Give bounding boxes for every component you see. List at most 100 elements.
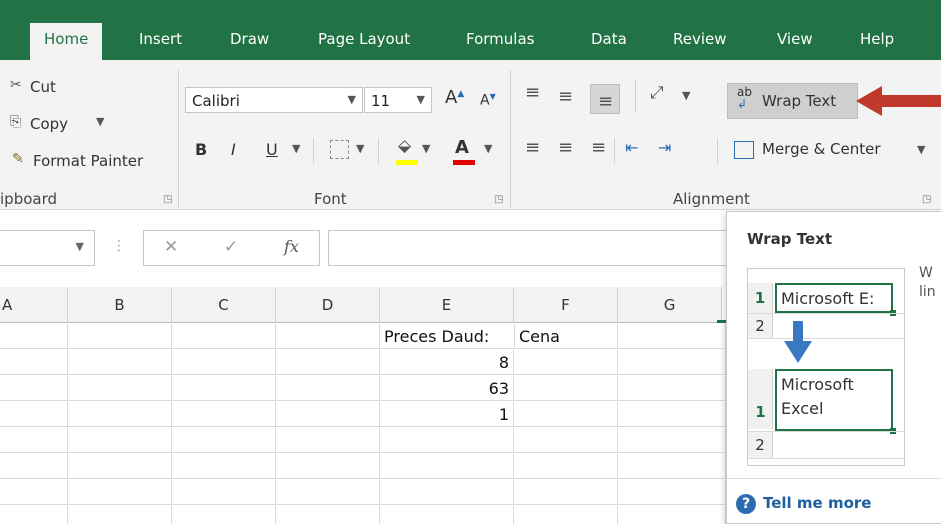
cell-e1[interactable]: Preces Daud: [380, 324, 514, 349]
cell[interactable] [618, 506, 726, 524]
cell[interactable] [618, 480, 726, 505]
insert-function-button[interactable]: fx [284, 237, 299, 256]
increase-indent-icon[interactable]: ⇥ [658, 138, 671, 157]
cell-e3[interactable]: 63 [380, 376, 514, 401]
cell[interactable] [276, 376, 380, 401]
cell-f4[interactable] [514, 402, 618, 427]
enter-icon[interactable]: ✓ [224, 237, 238, 257]
cell[interactable] [0, 480, 68, 505]
cell[interactable] [68, 428, 172, 453]
cell[interactable] [276, 350, 380, 375]
cell[interactable] [172, 454, 276, 479]
cell[interactable] [172, 376, 276, 401]
orientation-dropdown-icon[interactable]: ▼ [682, 89, 690, 102]
help-icon[interactable]: ? [736, 494, 756, 514]
cell-e4[interactable]: 1 [380, 402, 514, 427]
cell[interactable] [618, 324, 726, 349]
copy-dropdown-icon[interactable]: ▼ [96, 115, 104, 128]
column-header-c[interactable]: C [172, 287, 276, 323]
cell[interactable] [276, 324, 380, 349]
font-color-dropdown-icon[interactable]: ▼ [484, 142, 492, 155]
middle-align-icon[interactable]: ≡ [558, 86, 573, 107]
cell-e8[interactable] [380, 506, 514, 524]
cell[interactable] [276, 480, 380, 505]
column-header-a[interactable]: A [0, 287, 68, 323]
cell-f8[interactable] [514, 506, 618, 524]
cell[interactable] [0, 506, 68, 524]
cell-f6[interactable] [514, 454, 618, 479]
cell[interactable] [68, 506, 172, 524]
cell[interactable] [618, 376, 726, 401]
tab-home[interactable]: Home [30, 23, 103, 60]
bold-button[interactable]: B [195, 140, 207, 159]
cell[interactable] [68, 350, 172, 375]
tab-data[interactable]: Data [591, 30, 627, 48]
cell[interactable] [618, 454, 726, 479]
tell-me-more-link[interactable]: Tell me more [763, 494, 871, 512]
tab-review[interactable]: Review [673, 30, 727, 48]
borders-icon[interactable] [330, 140, 349, 159]
cell[interactable] [0, 402, 68, 427]
merge-dropdown-icon[interactable]: ▼ [917, 143, 925, 156]
cell[interactable] [172, 324, 276, 349]
cell-f7[interactable] [514, 480, 618, 505]
column-header-f[interactable]: F [514, 287, 618, 323]
cell[interactable] [0, 454, 68, 479]
cell[interactable] [276, 506, 380, 524]
cell[interactable] [68, 324, 172, 349]
cell[interactable] [68, 480, 172, 505]
column-header-b[interactable]: B [68, 287, 172, 323]
cell[interactable] [172, 350, 276, 375]
alignment-launcher-icon[interactable]: ◳ [922, 194, 931, 205]
cell[interactable] [172, 428, 276, 453]
italic-button[interactable]: I [231, 140, 236, 159]
cell[interactable] [68, 454, 172, 479]
align-center-icon[interactable]: ≡ [558, 137, 573, 158]
bottom-align-button[interactable]: ≡ [590, 84, 620, 114]
cell-f3[interactable] [514, 376, 618, 401]
cell[interactable] [68, 376, 172, 401]
tab-view[interactable]: View [777, 30, 813, 48]
tab-formulas[interactable]: Formulas [466, 30, 534, 48]
font-size-select[interactable]: 11 ▼ [364, 87, 432, 113]
cell-f2[interactable] [514, 350, 618, 375]
cell[interactable] [172, 480, 276, 505]
top-align-icon[interactable]: ≡ [525, 82, 540, 103]
column-header-d[interactable]: D [276, 287, 380, 323]
cell[interactable] [276, 428, 380, 453]
cell[interactable] [0, 350, 68, 375]
align-left-icon[interactable]: ≡ [525, 137, 540, 158]
tab-help[interactable]: Help [860, 30, 894, 48]
increase-font-size-icon[interactable]: A▲ [445, 87, 464, 108]
cell[interactable] [172, 402, 276, 427]
tab-insert[interactable]: Insert [139, 30, 182, 48]
cell[interactable] [172, 506, 276, 524]
align-right-icon[interactable]: ≡ [591, 137, 606, 158]
cell-e6[interactable] [380, 454, 514, 479]
cell[interactable] [276, 454, 380, 479]
cell-f5[interactable] [514, 428, 618, 453]
decrease-indent-icon[interactable]: ⇤ [625, 138, 638, 157]
cell[interactable] [0, 428, 68, 453]
cell[interactable] [0, 376, 68, 401]
borders-dropdown-icon[interactable]: ▼ [356, 142, 364, 155]
underline-button[interactable]: U [266, 140, 278, 159]
wrap-text-button[interactable]: ab ↲ Wrap Text [727, 83, 858, 119]
fill-color-dropdown-icon[interactable]: ▼ [422, 142, 430, 155]
underline-dropdown-icon[interactable]: ▼ [292, 142, 300, 155]
tab-page-layout[interactable]: Page Layout [318, 30, 410, 48]
drag-handle-icon[interactable]: ⋮ [112, 238, 126, 254]
cell[interactable] [276, 402, 380, 427]
name-box[interactable]: ▼ [0, 230, 95, 266]
cell[interactable] [618, 428, 726, 453]
cell-e7[interactable] [380, 480, 514, 505]
cell-f1[interactable]: Cena [514, 324, 618, 349]
decrease-font-size-icon[interactable]: A▼ [480, 92, 496, 109]
cell[interactable] [0, 324, 68, 349]
cell-e5[interactable] [380, 428, 514, 453]
cell-e2[interactable]: 8 [380, 350, 514, 375]
font-launcher-icon[interactable]: ◳ [494, 194, 503, 205]
column-header-g[interactable]: G [618, 287, 722, 323]
cell[interactable] [618, 402, 726, 427]
formula-input[interactable] [328, 230, 728, 266]
